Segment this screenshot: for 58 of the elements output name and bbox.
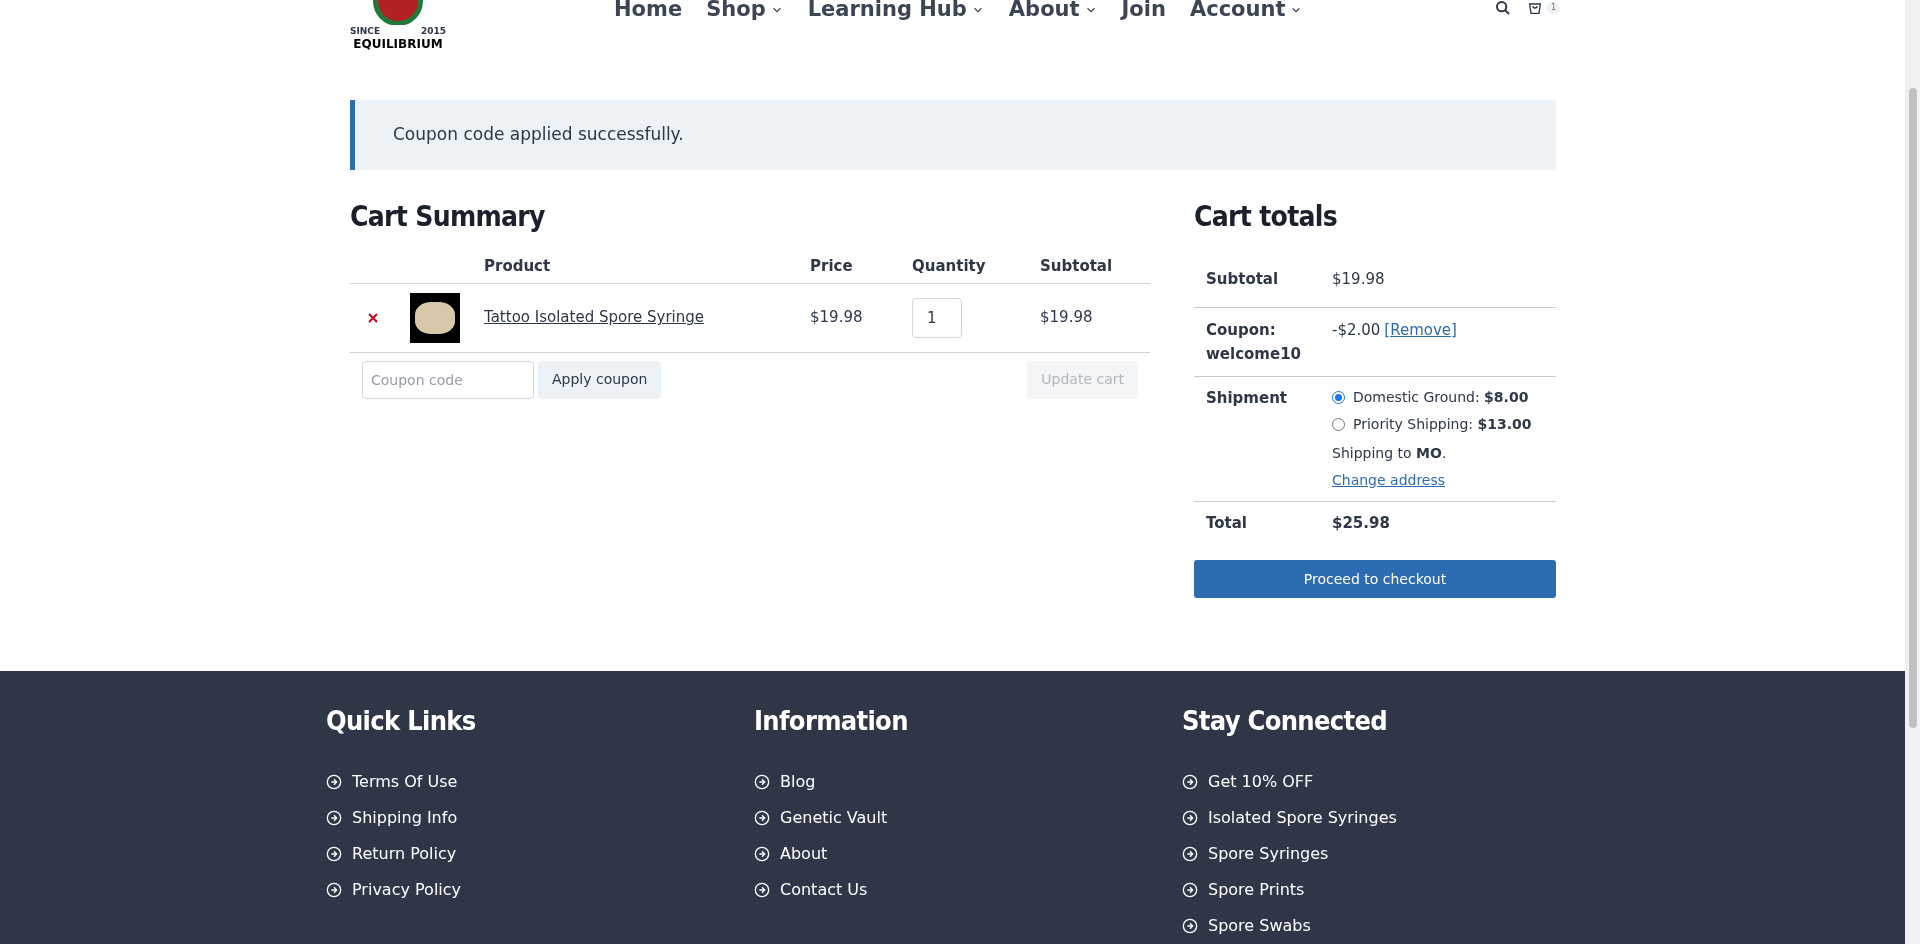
footer-link[interactable]: Genetic Vault	[780, 805, 888, 830]
change-address-link[interactable]: Change address	[1332, 469, 1446, 491]
totals-value: $19.98	[1332, 269, 1386, 290]
footer-link[interactable]: Spore Swabs	[1208, 913, 1311, 938]
checkout-button[interactable]: Proceed to checkout	[1194, 560, 1556, 598]
footer-link[interactable]: About	[780, 841, 828, 866]
coupon-code-field[interactable]: Coupon code	[362, 360, 534, 399]
totals-label: Total	[1206, 512, 1248, 534]
footer-link[interactable]: Shipping Info	[352, 805, 458, 830]
column-header: Subtotal	[1040, 256, 1114, 277]
remove-icon[interactable]	[368, 312, 378, 323]
totals-label: Subtotal	[1206, 269, 1280, 290]
footer-link[interactable]: Spore Syringes	[1208, 841, 1329, 866]
apply-coupon-button[interactable]: Apply coupon	[538, 360, 662, 399]
search-icon[interactable]	[1494, 0, 1511, 16]
price-cell-text: $19.98	[810, 307, 864, 329]
shipping-option-label[interactable]: Domestic Ground: $8.00	[1353, 386, 1529, 408]
totals-label: Coupon: welcome10	[1206, 319, 1303, 365]
footer-link[interactable]: Spore Prints	[1208, 877, 1305, 902]
footer-link[interactable]: Contact Us	[780, 877, 868, 902]
column-header: Price	[810, 256, 854, 277]
nav-link[interactable]: Account	[1189, 0, 1304, 26]
shipping-option-label[interactable]: Priority Shipping: $13.00	[1353, 413, 1532, 435]
footer-link[interactable]: Privacy Policy	[352, 877, 462, 902]
shipping-destination: Shipping to MO.	[1332, 443, 1448, 463]
logo-text: 2015	[420, 24, 446, 38]
footer-heading: Information	[754, 704, 909, 738]
cart-count-badge: 1	[1546, 2, 1560, 14]
footer-link[interactable]: Return Policy	[352, 841, 457, 866]
product-thumbnail	[410, 292, 460, 343]
column-header: Quantity	[912, 256, 987, 277]
logo[interactable]: SINCE 2015 EQUILIBRIUM	[350, 0, 446, 52]
subtotal-cell-text: $19.98	[1040, 307, 1094, 329]
nav-link[interactable]: Shop	[706, 0, 784, 26]
nav-link[interactable]: Join	[1121, 0, 1166, 26]
remove-coupon-link[interactable]: [Remove]	[1384, 317, 1457, 342]
success-notice: Coupon code applied successfully.	[350, 100, 1556, 170]
totals-value: -$2.00	[1332, 319, 1381, 341]
column-header: Product	[484, 256, 552, 277]
section-heading: Cart Summary	[350, 199, 546, 235]
quantity-input[interactable]: 1	[912, 297, 962, 338]
cart-icon[interactable]	[1526, 0, 1543, 16]
footer-heading: Quick Links	[326, 704, 477, 738]
nav-link[interactable]: Home	[614, 0, 683, 26]
footer-heading: Stay Connected	[1182, 704, 1388, 738]
scrollbar-thumb[interactable]	[1908, 88, 1917, 728]
footer-link[interactable]: Terms Of Use	[352, 769, 458, 794]
footer-link[interactable]: Get 10% OFF	[1208, 769, 1314, 794]
section-heading: Cart totals	[1194, 199, 1339, 235]
logo-text: EQUILIBRIUM	[353, 38, 443, 50]
nav-link[interactable]: Learning Hub	[807, 0, 985, 26]
totals-value: $25.98	[1332, 512, 1391, 534]
footer-link[interactable]: Isolated Spore Syringes	[1208, 805, 1397, 830]
product-link[interactable]: Tattoo Isolated Spore Syringe	[484, 306, 704, 329]
logo-text: SINCE	[350, 24, 381, 38]
totals-label: Shipment	[1206, 387, 1288, 409]
nav-link[interactable]: About	[1008, 0, 1098, 26]
footer-link[interactable]: Blog	[780, 769, 816, 794]
